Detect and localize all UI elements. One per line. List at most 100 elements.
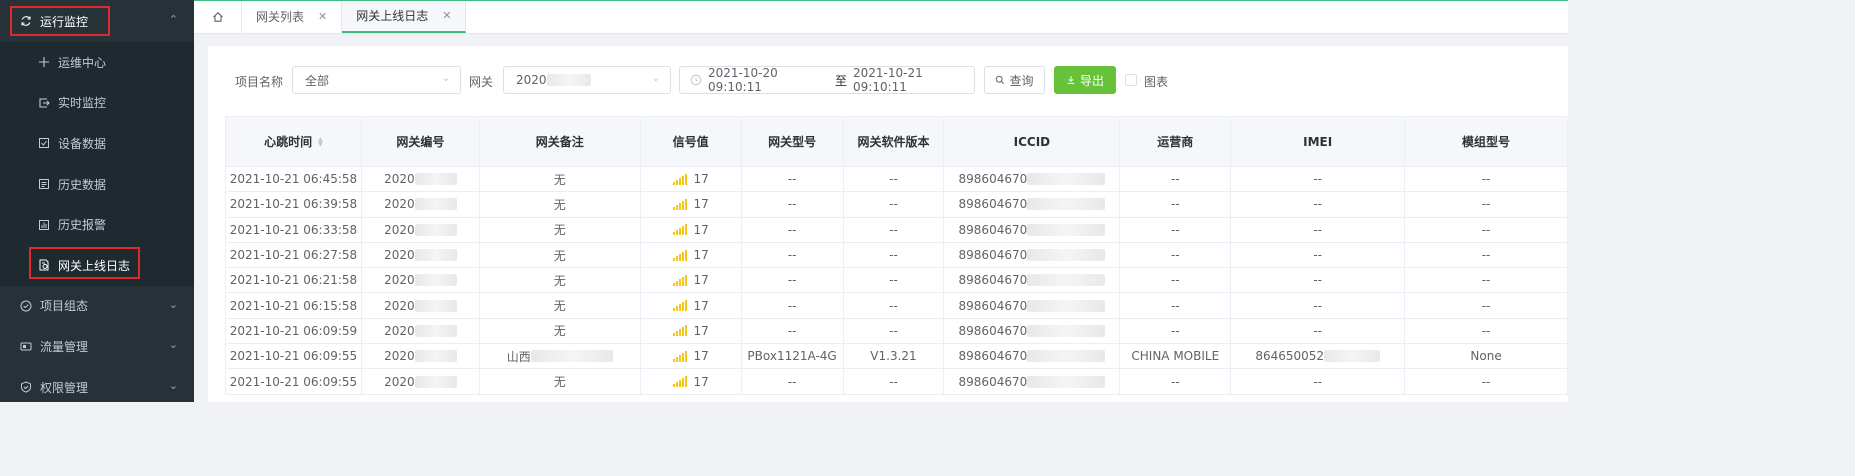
date-range-picker[interactable]: 2021-10-20 09:10:11 至 2021-10-21 09:10:1…	[679, 66, 975, 94]
signal-strength-icon	[672, 325, 688, 337]
tab-gateway-online-log[interactable]: 网关上线日志 ✕	[342, 0, 467, 33]
date-end[interactable]: 2021-10-21 09:10:11	[853, 66, 974, 94]
query-button[interactable]: 查询	[984, 66, 1045, 94]
date-start[interactable]: 2021-10-20 09:10:11	[708, 66, 829, 94]
cell-gateway-remark: 无	[479, 369, 641, 395]
sidebar-item-history-alarm[interactable]: 历史报警	[0, 204, 194, 245]
list-icon	[38, 178, 50, 190]
cell-signal-text: 17	[693, 172, 709, 187]
close-icon[interactable]: ✕	[318, 10, 327, 23]
cell-gateway-model-text: --	[787, 323, 797, 338]
cell-carrier: --	[1120, 217, 1232, 243]
signal-strength-icon	[672, 274, 688, 286]
col-header-label: 运营商	[1157, 135, 1194, 149]
cell-gateway-model-text: --	[787, 374, 797, 389]
cell-signal: 17	[640, 369, 742, 395]
cell-iccid: 898604670	[944, 293, 1121, 319]
content-panel: 项目名称 全部 ⌄ 网关 2020 ⌄ 2021-10-20 09:10:11 …	[208, 46, 1568, 402]
redacted-mask	[414, 375, 457, 388]
sidebar-item-ops-center[interactable]: 运维中心	[0, 42, 194, 83]
project-select[interactable]: 全部 ⌄	[292, 66, 461, 94]
cell-iccid-text: 898604670	[958, 349, 1028, 364]
table-row[interactable]: 2021-10-21 06:09:55 2020 无 17 -- -- 898604670 -…	[226, 369, 1568, 395]
cell-signal: 17	[640, 192, 742, 218]
cell-gateway-remark-text: 无	[553, 375, 566, 390]
cell-iccid: 898604670	[944, 268, 1121, 294]
redacted-mask	[414, 198, 457, 211]
menu-group-permission-management[interactable]: 权限管理 ⌄	[0, 367, 194, 408]
table-row[interactable]: 2021-10-21 06:39:58 2020 无 17 -- -- 898604670 -…	[226, 192, 1568, 218]
col-heartbeat-time[interactable]: 心跳时间 ▲ ▼	[226, 117, 362, 167]
chart-checkbox-label[interactable]: 图表	[1144, 73, 1168, 90]
menu-group-project-config[interactable]: 项目组态 ⌄	[0, 286, 194, 327]
gateway-select[interactable]: 2020 ⌄	[503, 66, 671, 94]
sidebar-item-realtime-monitor[interactable]: 实时监控	[0, 83, 194, 124]
cell-module-model-text: --	[1481, 323, 1491, 338]
cell-module-model-text: --	[1481, 248, 1491, 263]
redacted-mask	[1027, 223, 1106, 236]
cell-gateway-model-text: --	[787, 298, 797, 313]
table-row[interactable]: 2021-10-21 06:09:59 2020 无 17 -- -- 898604670 -…	[226, 318, 1568, 345]
col-module-model: 模组型号	[1405, 117, 1568, 167]
cell-module-model: None	[1405, 344, 1568, 370]
cell-software-version-text: --	[889, 298, 898, 313]
cell-gateway-model: --	[741, 192, 844, 218]
chevron-up-icon: ⌃	[168, 13, 178, 26]
cell-software-version: --	[843, 192, 945, 218]
cell-heartbeat-time-text: 2021-10-21 06:33:58	[229, 222, 358, 237]
table-row[interactable]: 2021-10-21 06:27:58 2020 无 17 -- -- 898604670 -…	[226, 242, 1568, 269]
cell-gateway-remark: 无	[479, 217, 641, 243]
col-header-label: 心跳时间	[264, 135, 313, 149]
export-button[interactable]: 导出	[1054, 66, 1116, 94]
tab-home[interactable]	[194, 0, 242, 33]
table-row[interactable]: 2021-10-21 06:15:58 2020 无 17 -- -- 898604670 -…	[226, 293, 1568, 319]
cell-gateway-id-text: 2020	[384, 374, 415, 389]
table-row[interactable]: 2021-10-21 06:33:58 2020 无 17 -- -- 898604670 -…	[226, 217, 1568, 243]
sidebar-item-device-data[interactable]: 设备数据	[0, 123, 194, 164]
sidebar-item-label: 实时监控	[58, 96, 107, 111]
cell-gateway-remark: 无	[479, 318, 641, 345]
close-icon[interactable]: ✕	[442, 9, 451, 22]
col-carrier: 运营商	[1120, 117, 1232, 167]
cell-imei-text: --	[1313, 298, 1323, 313]
col-header-label: 信号值	[672, 135, 709, 149]
cell-gateway-remark-text: 山西	[506, 349, 531, 364]
redacted-mask	[1027, 375, 1106, 388]
tab-gateway-list[interactable]: 网关列表 ✕	[242, 0, 343, 33]
sidebar-item-label: 设备数据	[58, 136, 107, 151]
cell-carrier: --	[1120, 293, 1232, 319]
table-row[interactable]: 2021-10-21 06:21:58 2020 无 17 -- -- 898604670 -…	[226, 268, 1568, 294]
cell-iccid-text: 898604670	[958, 222, 1028, 237]
cell-imei-text: --	[1313, 248, 1323, 263]
cell-gateway-model: --	[741, 318, 844, 345]
col-gateway-model: 网关型号	[741, 117, 844, 167]
cell-imei-text: 864650052	[1255, 349, 1325, 364]
menu-group-traffic-management[interactable]: 流量管理 ⌄	[0, 326, 194, 367]
cell-gateway-id-text: 2020	[384, 323, 415, 338]
sort-icon[interactable]: ▲ ▼	[318, 136, 323, 147]
redacted-mask	[414, 249, 457, 262]
chart-checkbox[interactable]	[1125, 74, 1137, 86]
cell-heartbeat-time-text: 2021-10-21 06:27:58	[229, 248, 358, 263]
cell-gateway-model: PBox1121A-4G	[741, 344, 844, 370]
sidebar-item-history-data[interactable]: 历史数据	[0, 164, 194, 205]
cell-gateway-model: --	[741, 268, 844, 294]
cell-imei-text: --	[1313, 273, 1323, 288]
col-header-label: 网关编号	[396, 135, 445, 149]
redacted-mask	[414, 350, 457, 363]
cell-carrier: --	[1120, 268, 1232, 294]
cell-gateway-model: --	[741, 369, 844, 395]
table-row[interactable]: 2021-10-21 06:45:58 2020 无 17 -- -- 898604670 -…	[226, 167, 1568, 193]
table-row[interactable]: 2021-10-21 06:09:55 2020 山西 17 PBox1121A-4G V…	[226, 344, 1568, 370]
cell-heartbeat-time: 2021-10-21 06:09:55	[226, 369, 362, 395]
sidebar-item-label: 历史报警	[58, 218, 107, 233]
cell-heartbeat-time: 2021-10-21 06:09:59	[226, 318, 362, 345]
sim-card-icon	[20, 340, 32, 352]
cell-iccid: 898604670	[944, 369, 1121, 395]
cell-gateway-remark: 无	[479, 242, 641, 269]
cell-gateway-remark-text: 无	[553, 299, 566, 314]
redacted-mask	[546, 74, 591, 86]
cell-software-version-text: --	[889, 222, 898, 237]
cell-gateway-remark-text: 无	[553, 172, 566, 187]
cell-signal: 17	[640, 293, 742, 319]
